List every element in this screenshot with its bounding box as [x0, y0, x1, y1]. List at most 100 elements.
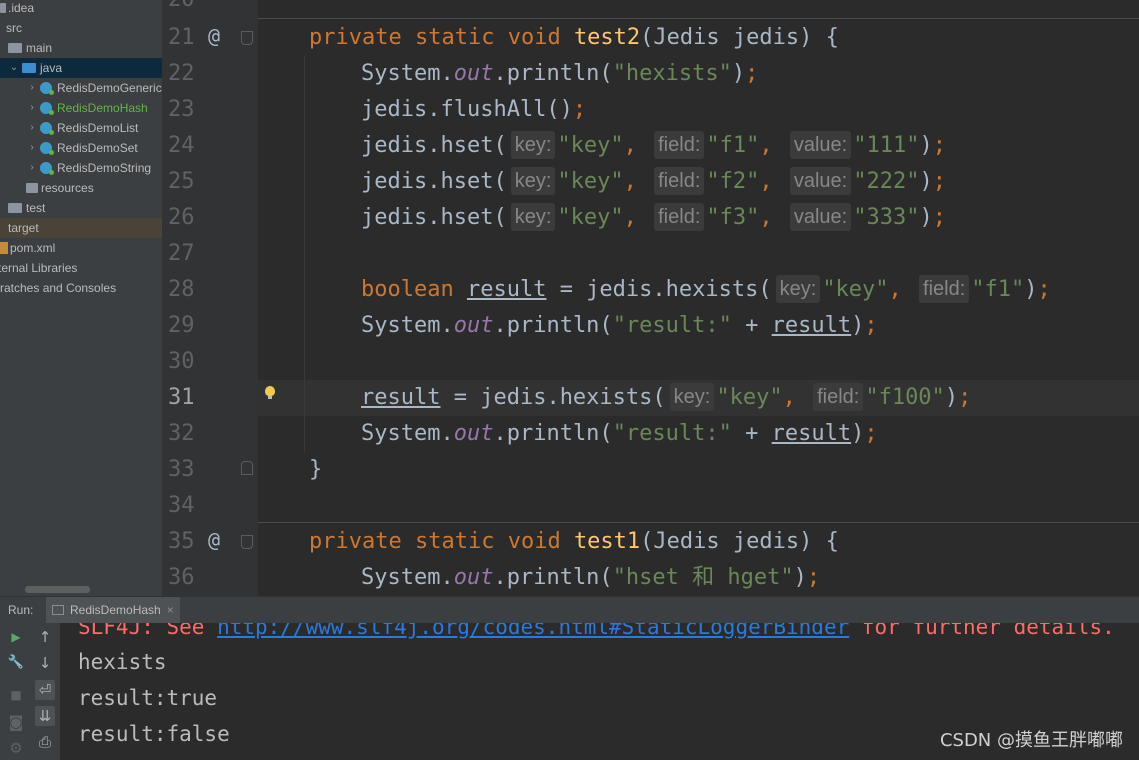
maven-icon: [0, 242, 8, 254]
code-line-28: boolean result = jedis.hexists(key: "key"…: [361, 275, 1051, 303]
tree-item-idea[interactable]: .idea: [0, 0, 34, 18]
code-line-36: System.out.println("hset 和 hget");: [361, 565, 821, 590]
method-separator: [258, 522, 1139, 523]
down-arrow-icon[interactable]: ↓: [35, 653, 55, 673]
console-line: hexists: [78, 650, 167, 674]
lightbulb-icon[interactable]: [265, 386, 275, 399]
camera-icon[interactable]: ◙: [6, 712, 26, 732]
tree-item-class[interactable]: › RedisDemoHash: [26, 98, 148, 118]
param-hint: key:: [510, 203, 556, 231]
class-icon: [40, 142, 54, 155]
chevron-down-icon[interactable]: ⌄: [8, 58, 20, 78]
tree-item-class[interactable]: › RedisDemoList: [26, 118, 138, 138]
folder-icon: [0, 3, 6, 13]
tab-redisdemohash[interactable]: RedisDemoHash ×: [46, 597, 180, 623]
fold-icon[interactable]: [241, 535, 253, 549]
param-hint: field:: [813, 383, 864, 411]
param-hint: key:: [669, 383, 715, 411]
code-line-33: }: [309, 457, 323, 482]
folder-icon: [8, 43, 22, 53]
rerun-icon[interactable]: ▶: [6, 627, 26, 647]
class-icon: [40, 162, 54, 175]
param-hint: field:: [919, 275, 970, 303]
code-line-21: private static void test2(Jedis jedis) {: [309, 25, 839, 50]
chevron-right-icon[interactable]: ›: [26, 118, 38, 138]
fold-icon[interactable]: [241, 461, 253, 475]
override-icon[interactable]: @: [208, 528, 220, 552]
gear-icon[interactable]: ⚙: [6, 738, 26, 758]
param-hint: value:: [789, 131, 852, 159]
chevron-right-icon[interactable]: ›: [26, 138, 38, 158]
folder-icon: [26, 183, 38, 193]
chevron-right-icon[interactable]: ›: [26, 158, 38, 178]
scroll-to-end-icon[interactable]: ⇊: [35, 706, 55, 726]
method-separator: [258, 18, 1139, 19]
tree-item-test[interactable]: test: [8, 198, 45, 218]
fold-icon[interactable]: [241, 31, 253, 45]
line-number: 28: [168, 277, 195, 302]
stop-icon[interactable]: ■: [6, 685, 26, 705]
run-side-toolbar: ▶ ↑ 🔧 ↓ ■ ⏎ ◙ ⇊ ⚙ ⎙: [0, 622, 60, 760]
param-hint: key:: [775, 275, 821, 303]
line-number: 25: [168, 169, 195, 194]
tree-item-src[interactable]: src: [6, 18, 22, 38]
line-number: 30: [168, 349, 195, 374]
code-line-24: jedis.hset(key: "key", field: "f1", value:…: [361, 131, 946, 159]
tree-item-class[interactable]: › RedisDemoGeneric: [26, 78, 162, 98]
run-toolbar: Run: RedisDemoHash ×: [0, 596, 1139, 623]
line-number: 33: [168, 457, 195, 482]
chevron-right-icon[interactable]: ›: [26, 78, 38, 98]
class-icon: [40, 122, 54, 135]
soft-wrap-icon[interactable]: ⏎: [35, 680, 55, 700]
line-number: 27: [168, 241, 195, 266]
chevron-right-icon[interactable]: ›: [26, 98, 38, 118]
horizontal-scrollbar[interactable]: [25, 586, 90, 593]
tree-item-target[interactable]: target: [0, 218, 162, 238]
code-line-29: System.out.println("result:" + result);: [361, 313, 878, 338]
line-number: 35: [168, 529, 195, 554]
run-label: Run:: [8, 603, 34, 617]
line-number: 20: [162, 0, 208, 18]
tree-item-pom[interactable]: pom.xml: [0, 238, 55, 258]
line-number: 21: [168, 25, 195, 50]
close-icon[interactable]: ×: [167, 597, 174, 623]
override-icon[interactable]: @: [208, 24, 220, 48]
console-line: result:true: [78, 686, 218, 710]
watermark: CSDN @摸鱼王胖嘟嘟: [939, 730, 1123, 751]
code-line-22: System.out.println("hexists");: [361, 61, 759, 86]
tree-item-java[interactable]: ⌄ java: [0, 58, 162, 78]
tree-item-class[interactable]: › RedisDemoSet: [26, 138, 138, 158]
folder-icon: [8, 203, 22, 213]
console-line: result:false: [78, 722, 230, 746]
tree-item-main[interactable]: main: [8, 38, 52, 58]
code-line-23: jedis.flushAll();: [361, 97, 587, 122]
folder-icon: [22, 63, 36, 73]
tree-item-resources[interactable]: resources: [26, 178, 94, 198]
code-line-35: private static void test1(Jedis jedis) {: [309, 529, 839, 554]
line-number: 26: [168, 205, 195, 230]
line-number: 34: [168, 493, 195, 518]
line-number: 22: [168, 61, 195, 86]
up-arrow-icon[interactable]: ↑: [35, 627, 55, 647]
param-hint: key:: [510, 167, 556, 195]
line-number: 24: [168, 133, 195, 158]
line-number: 29: [168, 313, 195, 338]
indent-guide: [304, 56, 305, 452]
param-hint: field:: [654, 131, 705, 159]
param-hint: value:: [789, 203, 852, 231]
class-icon: [40, 82, 54, 95]
wrench-icon[interactable]: 🔧: [6, 653, 26, 673]
tree-item-class[interactable]: › RedisDemoString: [26, 158, 151, 178]
code-line-32: System.out.println("result:" + result);: [361, 421, 878, 446]
line-number: 32: [168, 421, 195, 446]
code-line-25: jedis.hset(key: "key", field: "f2", value:…: [361, 167, 946, 195]
param-hint: field:: [654, 203, 705, 231]
tree-item-scratches[interactable]: Scratches and Consoles: [0, 278, 116, 298]
console-tab-icon: [52, 605, 64, 615]
line-number: 36: [168, 565, 195, 590]
tree-item-external-libraries[interactable]: External Libraries: [0, 258, 77, 278]
param-hint: field:: [654, 167, 705, 195]
param-hint: value:: [789, 167, 852, 195]
print-icon[interactable]: ⎙: [35, 732, 55, 752]
class-icon: [40, 102, 54, 115]
